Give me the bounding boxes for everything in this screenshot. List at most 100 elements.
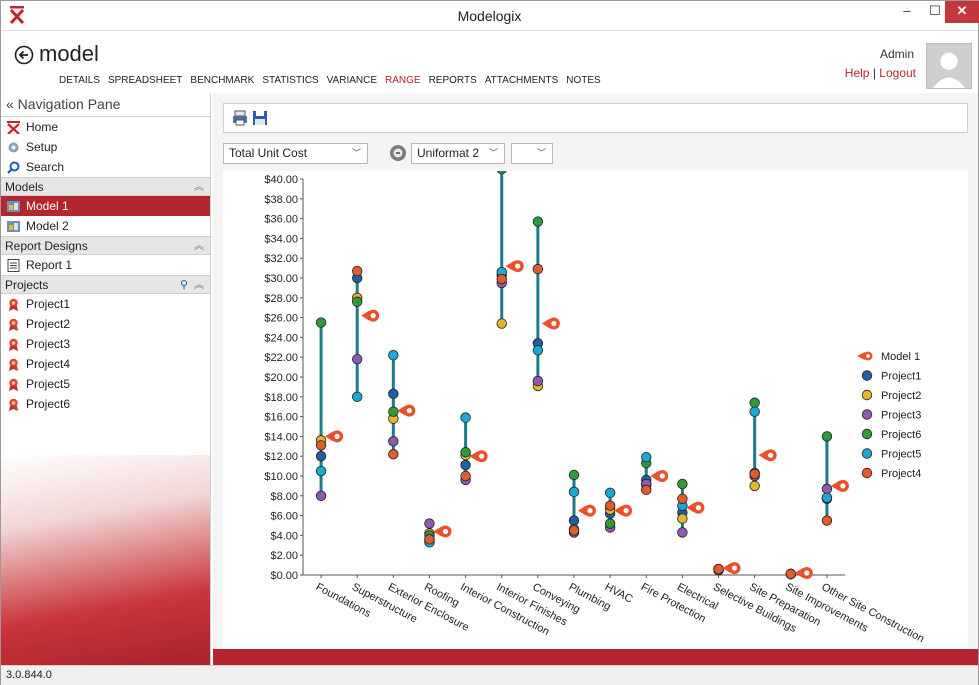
nav-item-label: Project5	[26, 377, 71, 391]
print-icon[interactable]	[232, 110, 248, 126]
format-select-value: Uniformat 2	[417, 146, 480, 160]
tab-details[interactable]: DETAILS	[59, 75, 100, 86]
navigation-pane: « Navigation Pane Home Setup Search Mode…	[1, 93, 211, 665]
project-icon	[9, 378, 18, 391]
section-header-report-designs[interactable]: Report Designs ︽	[1, 236, 210, 255]
model-marker	[794, 567, 813, 580]
data-point	[315, 440, 327, 451]
level-select[interactable]: ﹀	[511, 143, 553, 164]
nav-item-label: Model 1	[26, 199, 69, 213]
nav-item-search[interactable]: Search	[1, 157, 210, 177]
close-button[interactable]: ✕	[945, 1, 979, 23]
collapse-icon[interactable]: ︽	[194, 178, 204, 197]
minimize-button[interactable]: –	[893, 1, 921, 23]
nav-item-project[interactable]: Project4	[1, 354, 210, 374]
nav-item-label: Project6	[26, 397, 71, 411]
toolbar	[223, 103, 968, 133]
project-icon	[9, 298, 18, 311]
window-title: Modelogix	[457, 8, 522, 24]
metric-select[interactable]: Total Unit Cost ﹀	[223, 143, 368, 164]
nav-item-home[interactable]: Home	[1, 117, 210, 137]
section-header-projects[interactable]: Projects ⚲ ︽	[1, 275, 210, 294]
data-point	[641, 451, 652, 463]
legend-label: Project6	[881, 429, 921, 441]
home-icon	[7, 120, 20, 134]
data-point	[568, 486, 580, 498]
logout-link[interactable]: Logout	[879, 66, 916, 80]
data-point	[496, 273, 507, 285]
data-point	[424, 518, 435, 529]
collapse-icon[interactable]: ︽	[194, 237, 204, 256]
data-point	[641, 484, 652, 496]
y-tick-label: $20.00	[264, 372, 298, 384]
user-name: Admin	[879, 47, 914, 61]
report-icon	[7, 258, 20, 272]
tab-statistics[interactable]: STATISTICS	[262, 75, 318, 86]
nav-item-project[interactable]: Project2	[1, 314, 210, 334]
tab-variance[interactable]: VARIANCE	[327, 75, 377, 86]
legend-marker	[861, 448, 873, 459]
data-point	[604, 518, 616, 529]
data-point	[677, 478, 688, 490]
nav-item-label: Project3	[26, 337, 71, 351]
nav-pane-title[interactable]: « Navigation Pane	[1, 93, 210, 117]
section-header-models[interactable]: Models ︽	[1, 177, 210, 196]
data-point	[532, 263, 544, 275]
swap-icon[interactable]	[389, 144, 407, 162]
y-tick-label: $40.00	[264, 174, 298, 186]
nav-item-project[interactable]: Project6	[1, 394, 210, 414]
section-label: Report Designs	[5, 239, 88, 253]
nav-item-model-2[interactable]: Model 2	[1, 216, 210, 236]
avatar[interactable]	[926, 43, 972, 89]
legend-marker	[861, 467, 873, 479]
tab-attachments[interactable]: ATTACHMENTS	[485, 75, 559, 86]
tab-range[interactable]: RANGE	[385, 75, 421, 86]
nav-item-setup[interactable]: Setup	[1, 137, 210, 157]
y-tick-label: $30.00	[264, 273, 298, 285]
nav-item-model-1[interactable]: Model 1	[1, 196, 210, 216]
legend-label: Project1	[881, 371, 921, 383]
model-marker	[505, 260, 524, 273]
y-tick-label: $26.00	[264, 313, 298, 325]
legend-label: Project3	[881, 410, 921, 422]
data-point	[315, 490, 327, 502]
data-point	[351, 391, 363, 403]
data-point	[351, 296, 363, 307]
search-icon	[7, 161, 20, 174]
help-link[interactable]: Help	[845, 66, 870, 80]
project-icon	[9, 398, 18, 411]
y-tick-label: $12.00	[264, 451, 298, 463]
nav-item-report-1[interactable]: Report 1	[1, 255, 210, 275]
legend-label: Project4	[881, 468, 921, 480]
collapse-icon[interactable]: ︽	[194, 276, 204, 295]
project-search-icon[interactable]: ⚲	[180, 276, 188, 295]
nav-item-label: Project2	[26, 317, 71, 331]
tab-notes[interactable]: NOTES	[566, 75, 600, 86]
data-point	[388, 449, 399, 460]
model-marker	[614, 504, 633, 517]
nav-item-project[interactable]: Project3	[1, 334, 210, 354]
data-point	[351, 353, 363, 365]
tab-benchmark[interactable]: BENCHMARK	[190, 75, 254, 86]
nav-item-project[interactable]: Project1	[1, 294, 210, 314]
data-point	[821, 483, 833, 495]
tab-spreadsheet[interactable]: SPREADSHEET	[108, 75, 182, 86]
back-arrow-icon[interactable]	[14, 45, 34, 65]
data-point	[568, 515, 580, 526]
y-tick-label: $2.00	[270, 550, 298, 562]
save-icon[interactable]	[252, 110, 268, 126]
version-label: 3.0.844.0	[6, 669, 52, 681]
data-point	[749, 480, 760, 492]
metric-select-value: Total Unit Cost	[229, 146, 308, 160]
data-point	[460, 412, 471, 423]
section-label: Projects	[5, 278, 49, 292]
data-point	[496, 318, 507, 329]
project-icon	[9, 318, 18, 331]
nav-item-project[interactable]: Project5	[1, 374, 210, 394]
chevron-down-icon: ﹀	[351, 148, 361, 158]
data-point	[351, 265, 363, 277]
nav-item-label: Project1	[26, 297, 71, 311]
format-select[interactable]: Uniformat 2 ﹀	[411, 143, 505, 164]
tab-reports[interactable]: REPORTS	[429, 75, 477, 86]
title-bar: Modelogix – ☐ ✕	[1, 1, 979, 31]
